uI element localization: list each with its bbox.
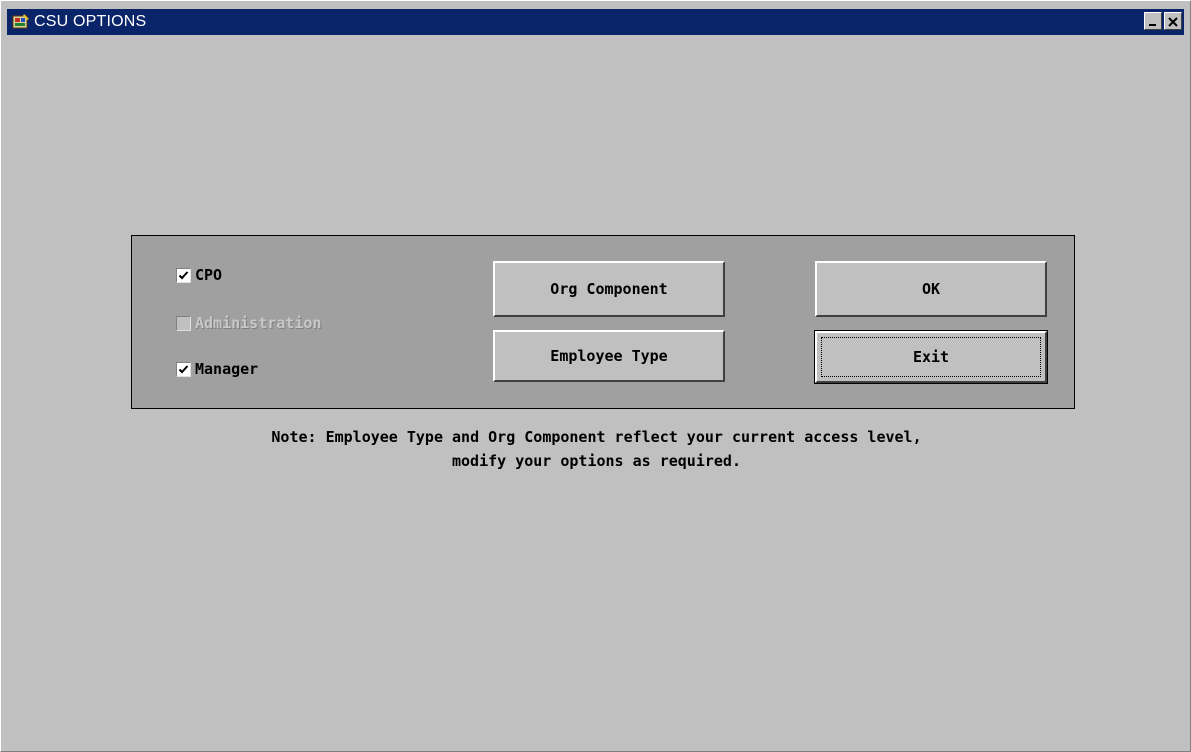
minimize-button[interactable] bbox=[1144, 12, 1162, 30]
close-button[interactable] bbox=[1164, 12, 1182, 30]
cpo-checkbox-row[interactable]: CPO bbox=[176, 266, 222, 284]
org-component-label: Org Component bbox=[550, 280, 668, 298]
exit-button[interactable]: Exit bbox=[814, 330, 1048, 384]
title-bar[interactable]: CSU OPTIONS bbox=[7, 9, 1184, 35]
manager-checkbox-row[interactable]: Manager bbox=[176, 360, 258, 378]
ok-button[interactable]: OK bbox=[815, 261, 1047, 317]
cpo-label: CPO bbox=[195, 266, 223, 284]
titlebar-buttons bbox=[1144, 12, 1182, 30]
manager-label: Manager bbox=[195, 360, 259, 378]
cpo-checkbox[interactable] bbox=[176, 267, 191, 283]
access-note: Note: Employee Type and Org Component re… bbox=[1, 425, 1191, 473]
employee-type-button[interactable]: Employee Type bbox=[493, 330, 725, 382]
csu-options-window: CSU OPTIONS CPO Administration Manager O… bbox=[0, 0, 1191, 752]
org-component-button[interactable]: Org Component bbox=[493, 261, 725, 317]
options-frame: CPO Administration Manager Org Component… bbox=[131, 235, 1075, 409]
employee-type-label: Employee Type bbox=[550, 347, 668, 365]
minimize-icon bbox=[1148, 12, 1158, 31]
administration-label: Administration bbox=[195, 314, 322, 332]
administration-checkbox bbox=[176, 315, 191, 331]
app-icon[interactable] bbox=[12, 13, 30, 31]
window-title: CSU OPTIONS bbox=[34, 13, 147, 30]
note-line-2: modify your options as required. bbox=[452, 452, 741, 470]
ok-label: OK bbox=[921, 280, 941, 298]
close-icon bbox=[1168, 12, 1178, 31]
note-line-1: Note: Employee Type and Org Component re… bbox=[271, 428, 922, 446]
focus-rectangle bbox=[821, 337, 1041, 377]
administration-checkbox-row: Administration bbox=[176, 314, 321, 332]
manager-checkbox[interactable] bbox=[176, 361, 191, 377]
